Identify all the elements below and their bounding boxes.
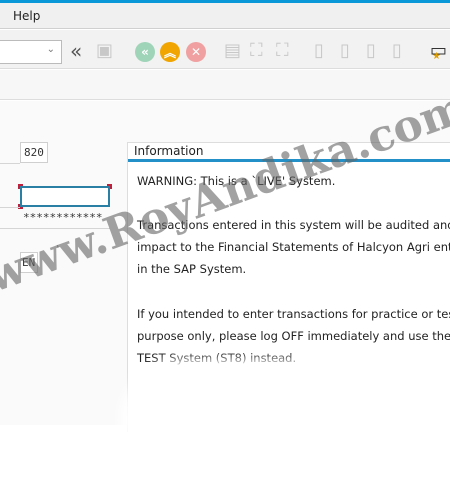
print-icon[interactable]: ▤: [224, 40, 241, 62]
save-icon[interactable]: ▣: [96, 40, 113, 62]
divider: [0, 228, 110, 229]
focus-corner: [18, 184, 23, 189]
password-field[interactable]: ************: [20, 208, 110, 228]
previous-page-icon[interactable]: ▯: [340, 40, 350, 62]
info-line: purpose only, please log OFF immediately…: [137, 329, 450, 343]
next-page-icon[interactable]: ▯: [366, 40, 376, 62]
title-underline: [128, 159, 450, 162]
back-icon[interactable]: «: [135, 42, 155, 62]
language-field[interactable]: EN: [20, 252, 38, 273]
info-line: Transactions entered in this system will…: [137, 218, 450, 232]
information-title: Information: [134, 144, 204, 158]
find-next-icon[interactable]: ⛶: [276, 40, 289, 62]
client-field[interactable]: 820: [20, 142, 48, 163]
menu-help[interactable]: Help: [13, 9, 40, 23]
focus-corner: [107, 184, 112, 189]
menu-bar: Help: [0, 3, 450, 29]
chevron-down-icon[interactable]: ⌄: [47, 44, 55, 55]
last-page-icon[interactable]: ▯: [392, 40, 402, 62]
info-line: If you intended to enter transactions fo…: [137, 307, 450, 321]
user-field[interactable]: [20, 186, 110, 207]
white-overlay: [120, 360, 450, 480]
exit-icon[interactable]: ︽: [160, 42, 180, 62]
info-line: impact to the Financial Statements of Ha…: [137, 240, 450, 254]
command-field[interactable]: ⌄: [0, 40, 62, 64]
toolbar: ⌄ « ▣ « ︽ ✕ ▤ ⛶ ⛶ ▯ ▯ ▯ ▯ ▭ ★: [0, 30, 450, 69]
title-bar: [0, 70, 450, 100]
divider: [0, 207, 20, 208]
divider: [0, 163, 20, 164]
cancel-icon[interactable]: ✕: [186, 42, 206, 62]
favorites-icon[interactable]: ▭ ★: [430, 40, 447, 62]
find-icon[interactable]: ⛶: [250, 40, 263, 62]
info-line: in the SAP System.: [137, 262, 247, 276]
first-page-icon[interactable]: ▯: [314, 40, 324, 62]
collapse-icon[interactable]: «: [70, 40, 82, 62]
info-line: WARNING: This is a `LIVE' System.: [137, 174, 336, 188]
